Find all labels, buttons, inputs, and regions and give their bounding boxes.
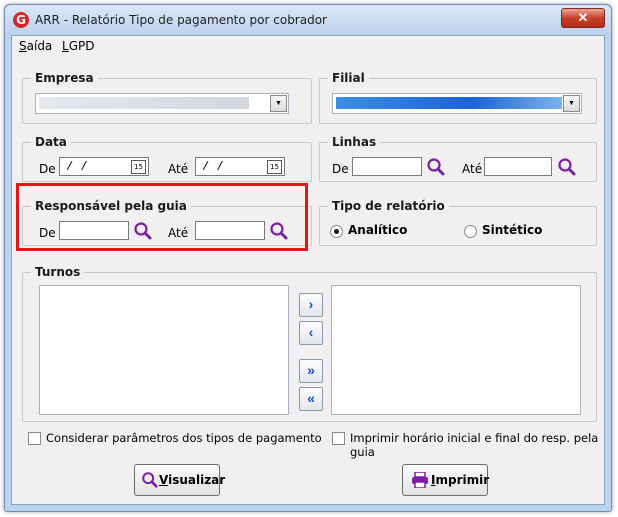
close-button[interactable]: ✕ — [561, 8, 605, 28]
search-icon[interactable] — [426, 157, 446, 177]
linhas-group: Linhas De Até — [319, 135, 597, 182]
menu-saida[interactable]: Saída — [19, 39, 52, 53]
turnos-group: Turnos › ‹ » « — [22, 265, 597, 422]
report-window: G ARR - Relatório Tipo de pagamento por … — [4, 4, 612, 512]
move-left-button[interactable]: ‹ — [299, 321, 323, 345]
imprimir-horario-checkbox[interactable] — [332, 432, 345, 445]
imprimir-button[interactable]: Imprimir — [402, 464, 490, 496]
linhas-from-input[interactable] — [352, 157, 422, 176]
data-to-value: / / — [202, 160, 224, 174]
data-from-label: De — [39, 162, 56, 176]
considerar-label[interactable]: Considerar parâmetros dos tipos de pagam… — [46, 431, 322, 445]
menu-saida-accel: S — [19, 39, 27, 53]
empresa-value-obscured — [39, 97, 249, 109]
visualizar-button[interactable]: Visualizar — [134, 464, 225, 496]
tipo-relatorio-group: Tipo de relatório Analítico Sintético — [319, 199, 597, 246]
menu-lgpd[interactable]: LGPD — [62, 39, 94, 53]
search-icon[interactable] — [557, 157, 577, 177]
data-to-input[interactable]: / / 15 — [195, 157, 285, 176]
radio-sintetico[interactable] — [464, 225, 477, 238]
filial-select[interactable]: ▼ — [332, 93, 582, 114]
empresa-dropdown-icon[interactable]: ▼ — [270, 95, 287, 112]
linhas-to-label: Até — [462, 162, 483, 176]
magnifier-icon — [142, 472, 158, 488]
imprimir-horario-label[interactable]: Imprimir horário inicial e final do resp… — [350, 431, 604, 459]
move-all-right-button[interactable]: » — [299, 359, 323, 383]
menu-saida-label: aída — [26, 39, 53, 53]
data-group: Data De / / 15 Até / / 15 — [22, 135, 312, 182]
client-area: Saída LGPD Empresa ▼ Filial ▼ Data De / … — [11, 35, 605, 505]
highlight-annotation — [16, 183, 308, 251]
menu-lgpd-accel: L — [62, 39, 69, 53]
data-from-value: / / — [66, 160, 88, 174]
window-title: ARR - Relatório Tipo de pagamento por co… — [35, 13, 327, 27]
linhas-to-input[interactable] — [484, 157, 552, 176]
considerar-checkbox[interactable] — [28, 432, 41, 445]
data-from-input[interactable]: / / 15 — [59, 157, 149, 176]
filial-dropdown-icon[interactable]: ▼ — [563, 95, 580, 112]
filial-legend: Filial — [328, 71, 369, 85]
printer-icon — [412, 472, 428, 488]
data-to-label: Até — [168, 162, 189, 176]
move-all-left-button[interactable]: « — [299, 387, 323, 411]
radio-analitico[interactable] — [330, 225, 343, 238]
radio-analitico-label[interactable]: Analítico — [348, 223, 407, 237]
visualizar-label: Visualizar — [159, 473, 226, 487]
linhas-legend: Linhas — [328, 135, 381, 149]
menu-bar: Saída LGPD — [12, 36, 604, 56]
imprimir-label: Imprimir — [431, 473, 490, 487]
linhas-from-label: De — [332, 162, 349, 176]
turnos-available-list[interactable] — [39, 285, 289, 415]
menu-lgpd-label: GPD — [68, 39, 95, 53]
empresa-legend: Empresa — [31, 71, 98, 85]
data-legend: Data — [31, 135, 71, 149]
move-right-button[interactable]: › — [299, 293, 323, 317]
filial-group: Filial ▼ — [319, 71, 597, 124]
turnos-legend: Turnos — [31, 265, 85, 279]
app-logo-icon: G — [13, 12, 29, 28]
tipo-legend: Tipo de relatório — [328, 199, 449, 213]
empresa-select[interactable]: ▼ — [35, 93, 289, 114]
title-bar[interactable]: G ARR - Relatório Tipo de pagamento por … — [5, 5, 611, 35]
radio-sintetico-label[interactable]: Sintético — [482, 223, 542, 237]
filial-value-obscured — [336, 97, 562, 109]
calendar-icon[interactable]: 15 — [131, 160, 146, 174]
calendar-icon[interactable]: 15 — [267, 160, 282, 174]
turnos-selected-list[interactable] — [331, 285, 581, 415]
empresa-group: Empresa ▼ — [22, 71, 312, 124]
